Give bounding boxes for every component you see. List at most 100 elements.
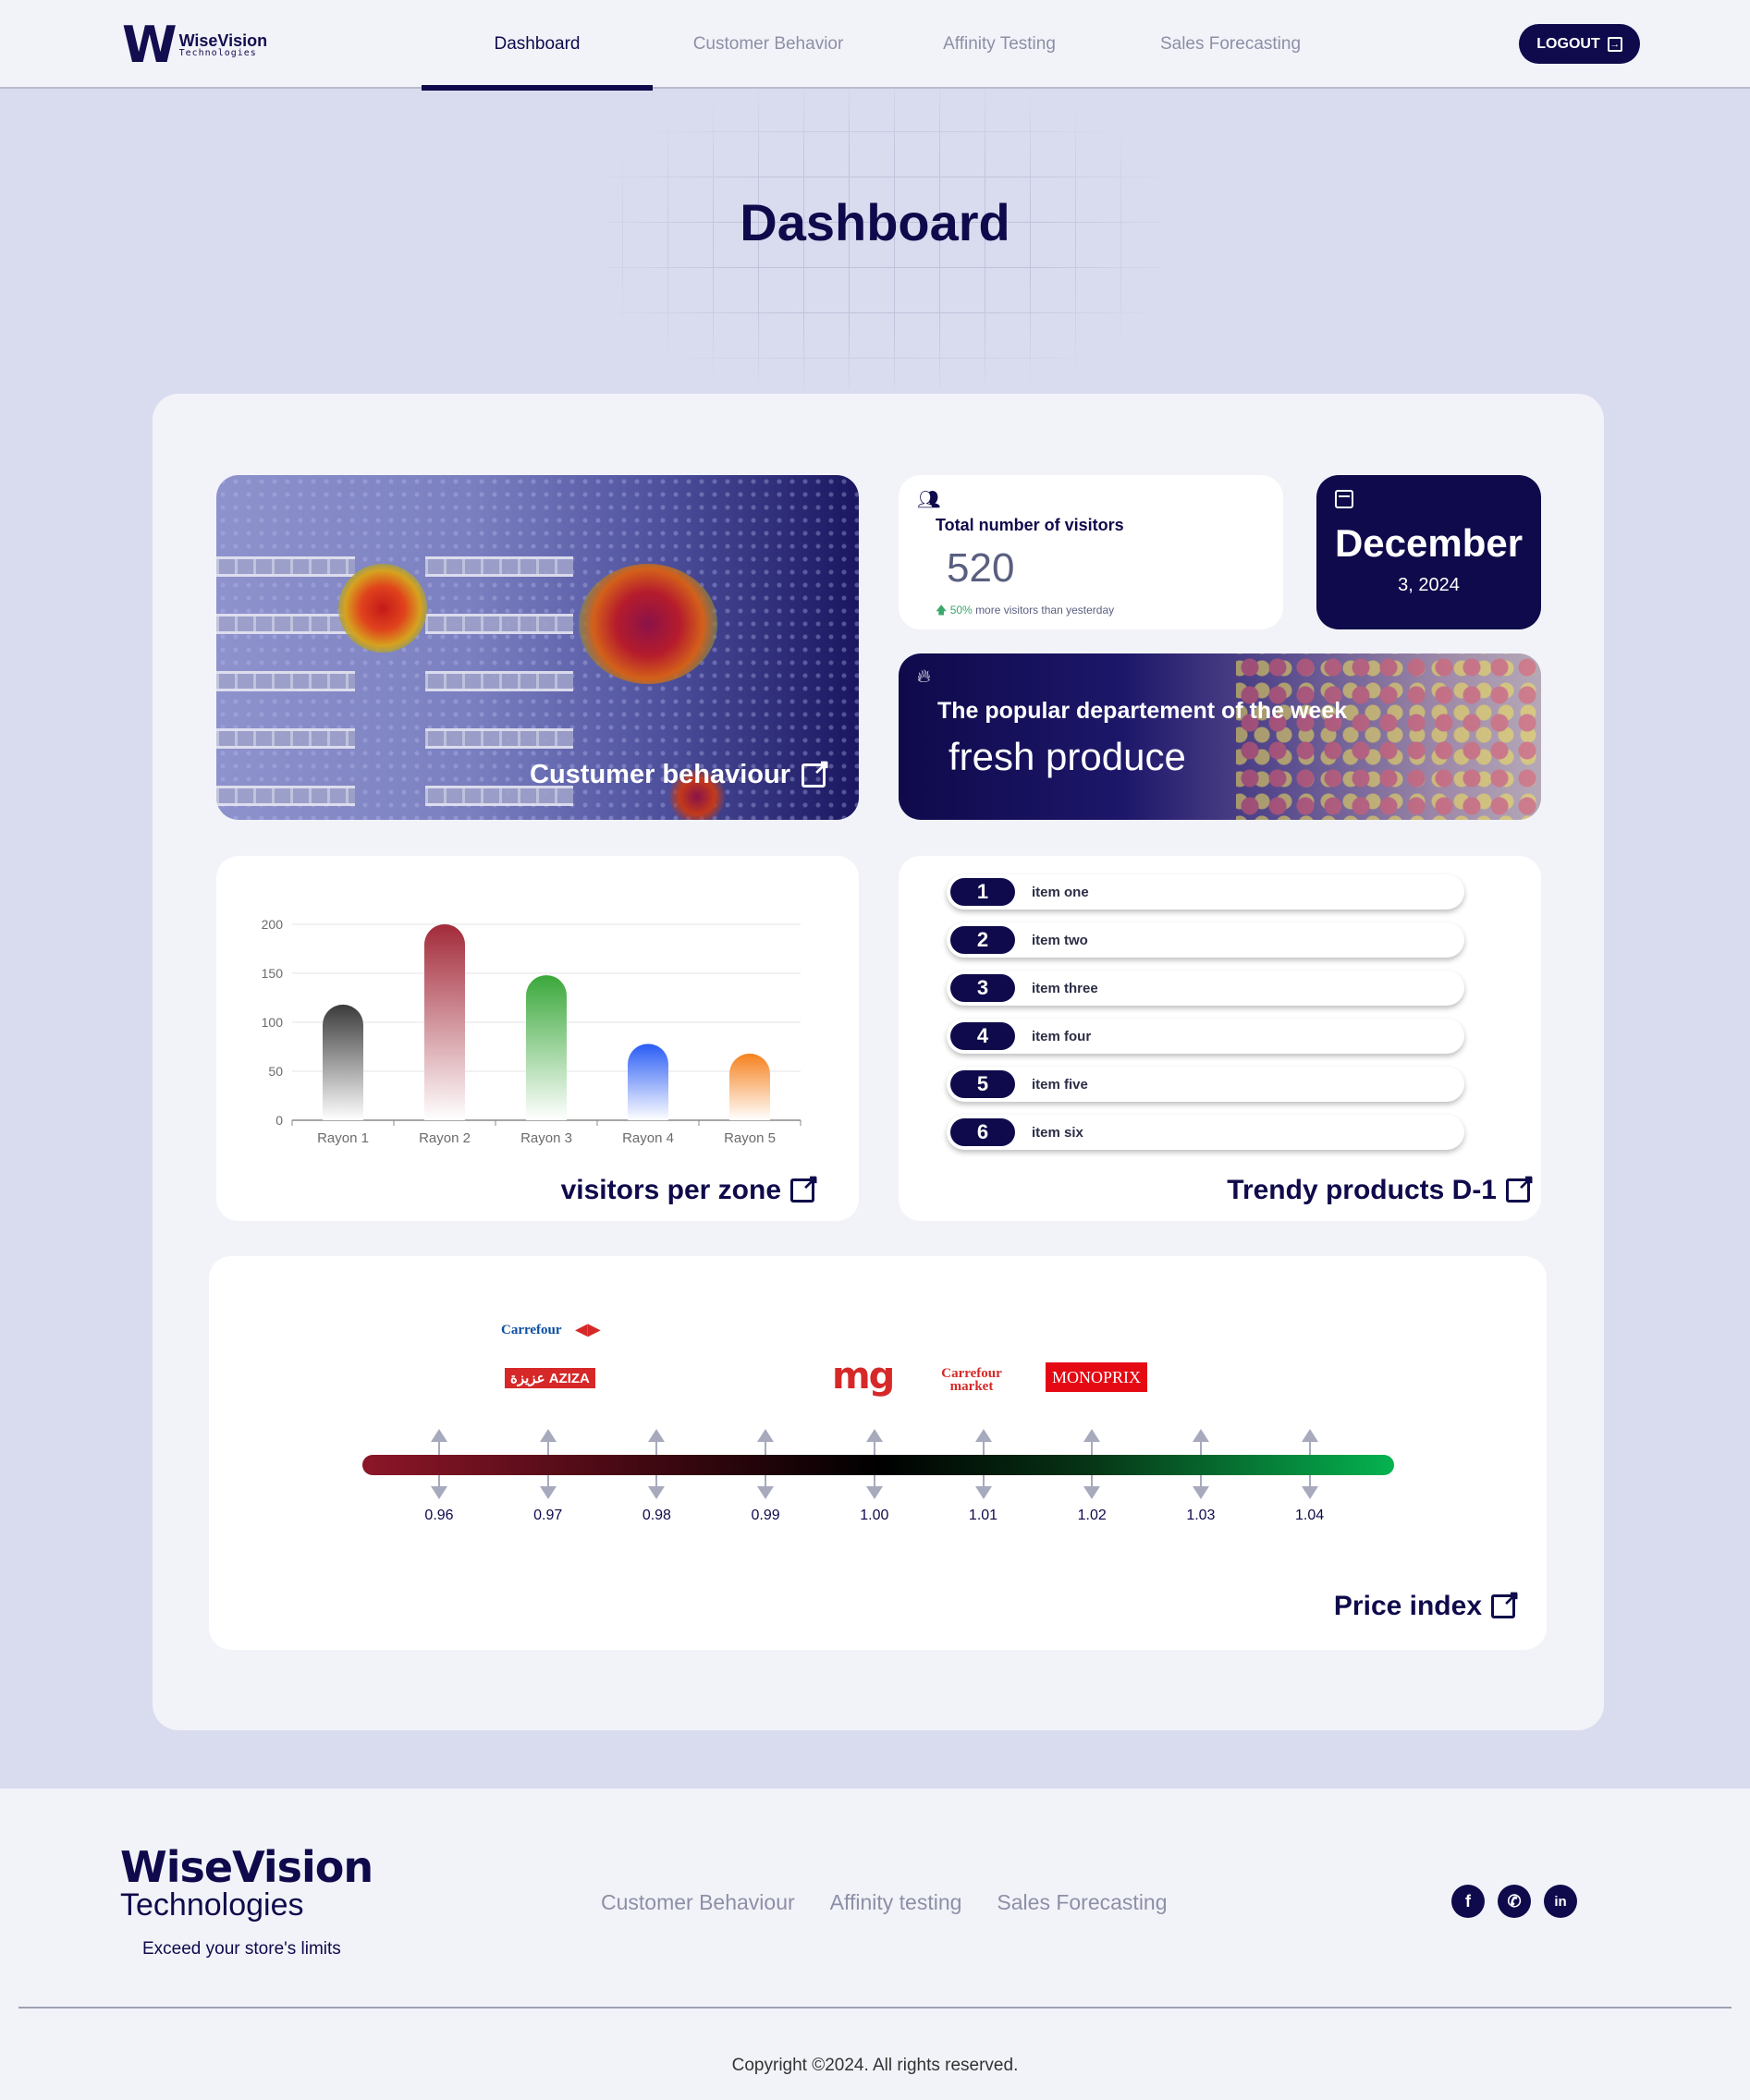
tick-arrow-up-icon	[865, 1429, 883, 1442]
trendy-rank: 2	[950, 926, 1015, 954]
x-tick-label: Rayon 4	[622, 1130, 674, 1146]
tick-line	[655, 1475, 658, 1486]
brand-mg: mg	[832, 1355, 895, 1398]
facebook-icon[interactable]: f	[1451, 1885, 1485, 1918]
tick-arrow-down-icon	[1083, 1486, 1101, 1499]
whatsapp-icon[interactable]: ✆	[1498, 1885, 1531, 1918]
trendy-products-card: 1 item one 2 item two 3 item three 4 ite…	[899, 856, 1541, 1221]
bar-rayon-4	[628, 1044, 668, 1120]
tick-line	[1091, 1442, 1094, 1455]
logo[interactable]: W WiseVision Technologies	[122, 20, 267, 70]
linkedin-icon[interactable]: in	[1544, 1885, 1577, 1918]
shelf	[425, 556, 573, 577]
shelf	[216, 556, 355, 577]
trendy-item[interactable]: 5 item five	[947, 1067, 1464, 1102]
tick-arrow-down-icon	[539, 1486, 557, 1499]
tick-arrow-up-icon	[539, 1429, 557, 1442]
visitors-value: 520	[947, 545, 1015, 591]
footer-link-customer-behaviour[interactable]: Customer Behaviour	[601, 1890, 795, 1915]
x-tick-label: Rayon 2	[419, 1130, 471, 1146]
arrow-up-icon: 🡅	[936, 604, 948, 617]
main-nav: Dashboard Customer Behavior Affinity Tes…	[422, 0, 1346, 91]
visitors-delta: 🡅 50% more visitors than yesterday	[936, 602, 1114, 621]
tick-arrow-down-icon	[1301, 1486, 1318, 1499]
price-index-link[interactable]: Price index	[1333, 1586, 1520, 1622]
y-tick-label: 200	[262, 917, 284, 932]
customer-behaviour-heatmap-card[interactable]: Custumer behaviour	[216, 475, 859, 820]
price-index-label: Price index	[1333, 1591, 1482, 1621]
trendy-products-label: Trendy products D-1	[1227, 1175, 1497, 1205]
price-index-tick-label: 1.02	[1077, 1508, 1107, 1523]
x-tick-label: Rayon 5	[724, 1130, 776, 1146]
top-navbar: W WiseVision Technologies Dashboard Cust…	[0, 0, 1750, 91]
trendy-rank: 6	[950, 1118, 1015, 1146]
heat-spot	[338, 564, 427, 653]
bar-rayon-3	[526, 975, 567, 1120]
footer-logo[interactable]: WiseVision Technologies Exceed your stor…	[120, 1846, 373, 1960]
tick-line	[438, 1475, 440, 1486]
trendy-name: item three	[1032, 980, 1098, 996]
trendy-name: item one	[1032, 884, 1089, 900]
tick-arrow-down-icon	[757, 1486, 775, 1499]
trendy-item[interactable]: 3 item three	[947, 971, 1464, 1006]
footer-link-sales-forecasting[interactable]: Sales Forecasting	[997, 1890, 1167, 1915]
nav-customer-behavior[interactable]: Customer Behavior	[653, 0, 884, 89]
price-index-tick-label: 1.00	[860, 1508, 889, 1523]
price-index-tick-label: 0.97	[533, 1508, 563, 1523]
tick-line	[1199, 1442, 1202, 1455]
tick-arrow-down-icon	[648, 1486, 666, 1499]
price-index-tick-label: 1.04	[1295, 1508, 1325, 1523]
trendy-rank: 4	[950, 1022, 1015, 1050]
price-index-scale	[362, 1455, 1394, 1475]
shelf	[425, 614, 573, 634]
copyright: Copyright ©2024. All rights reserved.	[731, 2056, 1019, 2075]
trendy-item[interactable]: 4 item four	[947, 1019, 1464, 1054]
x-tick-label: Rayon 3	[520, 1130, 572, 1146]
logout-button[interactable]: LOGOUT →	[1519, 24, 1640, 64]
customer-behaviour-link[interactable]: Custumer behaviour	[530, 755, 830, 790]
footer-divider	[18, 2007, 1732, 2008]
nav-affinity-testing[interactable]: Affinity Testing	[884, 0, 1115, 89]
external-link-icon	[1491, 1586, 1520, 1618]
social-links: f ✆ in	[1451, 1885, 1577, 1918]
tick-arrow-up-icon	[431, 1429, 447, 1442]
external-link-icon	[1506, 1170, 1535, 1203]
tick-line	[546, 1442, 549, 1455]
y-tick-label: 0	[275, 1113, 283, 1128]
brand-aziza: عزيزة AZIZA	[505, 1368, 595, 1388]
trendy-item[interactable]: 2 item two	[947, 922, 1464, 958]
carrefour-logo-icon: ◀▶	[575, 1320, 601, 1338]
visitors-per-zone-link[interactable]: visitors per zone	[561, 1170, 819, 1206]
brand-monoprix: MONOPRIX	[1046, 1362, 1147, 1392]
calendar-icon	[1335, 490, 1353, 508]
trendy-item[interactable]: 6 item six	[947, 1115, 1464, 1150]
brand-carrefour-market: Carrefour market	[941, 1366, 1002, 1394]
total-visitors-card: 👥︎ Total number of visitors 520 🡅 50% mo…	[899, 475, 1283, 629]
customer-behaviour-label: Custumer behaviour	[530, 760, 790, 789]
brand-carrefour: Carrefour	[501, 1323, 562, 1337]
bar-rayon-2	[424, 924, 465, 1120]
footer: WiseVision Technologies Exceed your stor…	[0, 1789, 1750, 2100]
footer-brand-sub: Technologies	[120, 1887, 304, 1923]
footer-link-affinity-testing[interactable]: Affinity testing	[830, 1890, 962, 1915]
trendy-item[interactable]: 1 item one	[947, 874, 1464, 910]
bar-rayon-1	[323, 1004, 363, 1120]
logo-name: WiseVision	[178, 31, 268, 50]
visitors-delta-percent: 50%	[949, 604, 973, 617]
tick-arrow-down-icon	[1192, 1486, 1209, 1499]
trendy-name: item two	[1032, 932, 1088, 948]
tick-arrow-down-icon	[974, 1486, 992, 1499]
page-title: Dashboard	[740, 193, 1010, 251]
nav-dashboard[interactable]: Dashboard	[422, 0, 653, 91]
tick-line	[438, 1442, 440, 1455]
heat-spot	[579, 564, 717, 684]
trendy-products-link[interactable]: Trendy products D-1	[1227, 1170, 1535, 1206]
logout-icon: →	[1607, 36, 1622, 52]
nav-sales-forecasting[interactable]: Sales Forecasting	[1115, 0, 1346, 89]
fire-icon: 🔥︎	[917, 666, 931, 687]
footer-brand: WiseVision	[120, 1842, 373, 1892]
date-day: 3, 2024	[1398, 575, 1460, 595]
logout-label: LOGOUT	[1536, 35, 1600, 52]
visitors-title: Total number of visitors	[936, 516, 1124, 534]
shelf	[216, 728, 355, 749]
